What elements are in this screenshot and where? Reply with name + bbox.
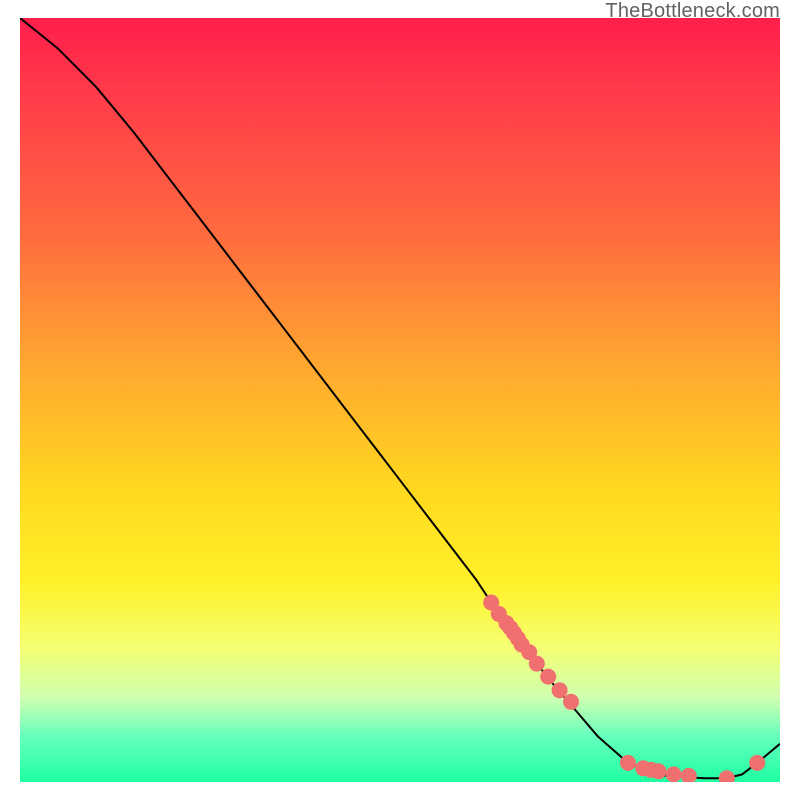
data-point	[650, 763, 666, 779]
data-point	[552, 682, 568, 698]
dot-cluster	[483, 595, 765, 783]
chart-container: TheBottleneck.com	[0, 0, 800, 800]
data-point	[540, 669, 556, 685]
chart-overlay	[20, 18, 780, 782]
data-point	[719, 770, 735, 782]
data-point	[620, 755, 636, 771]
data-point	[681, 768, 697, 782]
bottleneck-curve	[20, 18, 780, 778]
plot-area	[20, 18, 780, 782]
watermark-text: TheBottleneck.com	[605, 0, 780, 23]
data-point	[666, 766, 682, 782]
data-point	[563, 694, 579, 710]
data-point	[749, 755, 765, 771]
data-point	[529, 656, 545, 672]
